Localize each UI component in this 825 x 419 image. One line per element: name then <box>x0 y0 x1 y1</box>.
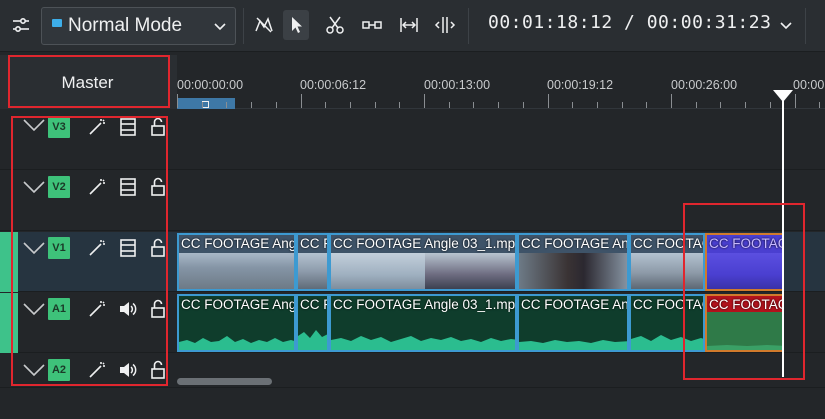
highlight-box-master <box>8 55 170 108</box>
razor-tool-icon[interactable] <box>322 10 348 40</box>
toolbar-separator <box>243 8 244 44</box>
multicam-tool-icon[interactable] <box>251 10 277 40</box>
edit-mode-label: Normal Mode <box>68 15 183 36</box>
audio-clip[interactable]: CC F <box>296 294 329 352</box>
ruler-tick <box>523 102 524 108</box>
chevron-down-icon <box>213 19 227 38</box>
ruler-tick <box>671 94 672 108</box>
audio-waveform <box>519 312 627 350</box>
video-clip[interactable]: CC F <box>296 233 329 291</box>
clip-title: CC FOOTAGE Angle 03_1.mp <box>333 297 516 312</box>
ruler-tick <box>597 102 598 108</box>
audio-clip[interactable]: CC FOOTAGE Angl <box>517 294 629 352</box>
ruler-tick <box>572 102 573 108</box>
ruler-tick <box>177 94 178 108</box>
slip-tool-icon[interactable] <box>432 10 458 40</box>
timeline-ruler[interactable]: 00:00:00:00 00:00:06:12 00:00:13:00 00:0… <box>177 74 825 109</box>
ruler-label: 00:00:00:00 <box>177 78 244 92</box>
ruler-tick <box>696 102 697 108</box>
selection-tool-icon[interactable] <box>283 10 309 40</box>
clip-title: CC F <box>300 297 329 312</box>
ruler-tick <box>745 102 746 108</box>
audio-waveform <box>331 312 515 350</box>
ruler-label: 00:00:26:00 <box>671 78 738 92</box>
clip-thumbnail <box>179 253 294 289</box>
ruler-tick <box>350 102 351 108</box>
highlight-box-track-heads <box>11 116 168 386</box>
horizontal-scrollbar[interactable] <box>177 378 272 385</box>
clip-thumbnail <box>519 253 627 289</box>
ruler-tick <box>251 102 252 108</box>
ruler-tick <box>770 102 771 108</box>
video-clip[interactable]: CC FOOTAGE Angle 03_1.mp <box>329 233 517 291</box>
ruler-tick <box>622 102 623 108</box>
highlight-box-selected-clips <box>683 203 805 380</box>
ruler-tick <box>498 102 499 108</box>
audio-waveform <box>298 312 327 350</box>
audio-clip[interactable]: CC FOOTAGE Ang <box>177 294 296 352</box>
toolbar-separator <box>805 8 806 44</box>
ruler-tick <box>375 102 376 108</box>
ruler-tick <box>646 102 647 108</box>
video-clip[interactable]: CC FOOTAGE Angl <box>517 233 629 291</box>
ruler-tick <box>399 102 400 108</box>
audio-waveform <box>179 312 294 350</box>
toolbar-separator <box>468 8 469 44</box>
audio-clip[interactable]: CC FOOTAGE Angle 03_1.mp <box>329 294 517 352</box>
ripple-tool-icon[interactable] <box>396 10 422 40</box>
timecode-menu-chevron-icon[interactable] <box>773 10 799 40</box>
zone-handle[interactable] <box>202 101 209 108</box>
edit-mode-dropdown[interactable]: Normal Mode <box>41 7 236 45</box>
ruler-tick <box>449 102 450 108</box>
clip-thumbnail <box>298 253 327 289</box>
clip-title: CC FOOTAGE Ang <box>181 236 296 251</box>
clip-thumbnail <box>425 253 515 289</box>
clip-title: CC FOOTAGE Angle 03_1.mp <box>333 236 516 251</box>
ruler-tick <box>226 102 227 108</box>
ruler-tick <box>301 94 302 108</box>
ruler-label: 00:00:13:00 <box>424 78 491 92</box>
track-lane-v3[interactable] <box>177 110 825 170</box>
timeline-window: Normal Mode 00:01:18:12 / 00:00:31:23 Ma… <box>0 0 825 419</box>
clip-thumbnail <box>331 253 425 289</box>
ruler-tick <box>548 94 549 108</box>
normal-mode-icon <box>52 19 62 27</box>
timeline-settings-icon[interactable] <box>8 10 34 40</box>
ruler-label: 00:00:06:12 <box>300 78 367 92</box>
ruler-tick <box>795 94 796 108</box>
clip-title: CC FOOTAGE Angl <box>521 297 629 312</box>
clip-title: CC FOOTAGE Ang <box>181 297 296 312</box>
ruler-label: 00:00 <box>793 78 825 92</box>
clip-title: CC FOOTAGE Angl <box>521 236 629 251</box>
ruler-tick <box>424 94 425 108</box>
spacer-tool-icon[interactable] <box>359 10 385 40</box>
ruler-tick <box>202 102 203 108</box>
ruler-tick <box>819 102 820 108</box>
ruler-label: 00:00:19:12 <box>547 78 614 92</box>
ruler-tick <box>720 102 721 108</box>
timeline-toolbar: Normal Mode 00:01:18:12 / 00:00:31:23 <box>0 0 825 52</box>
clip-title: CC F <box>300 236 329 251</box>
ruler-tick <box>325 102 326 108</box>
timecode-display: 00:01:18:12 / 00:00:31:23 <box>488 12 772 33</box>
ruler-tick <box>473 102 474 108</box>
video-clip[interactable]: CC FOOTAGE Ang <box>177 233 296 291</box>
ruler-tick <box>276 102 277 108</box>
